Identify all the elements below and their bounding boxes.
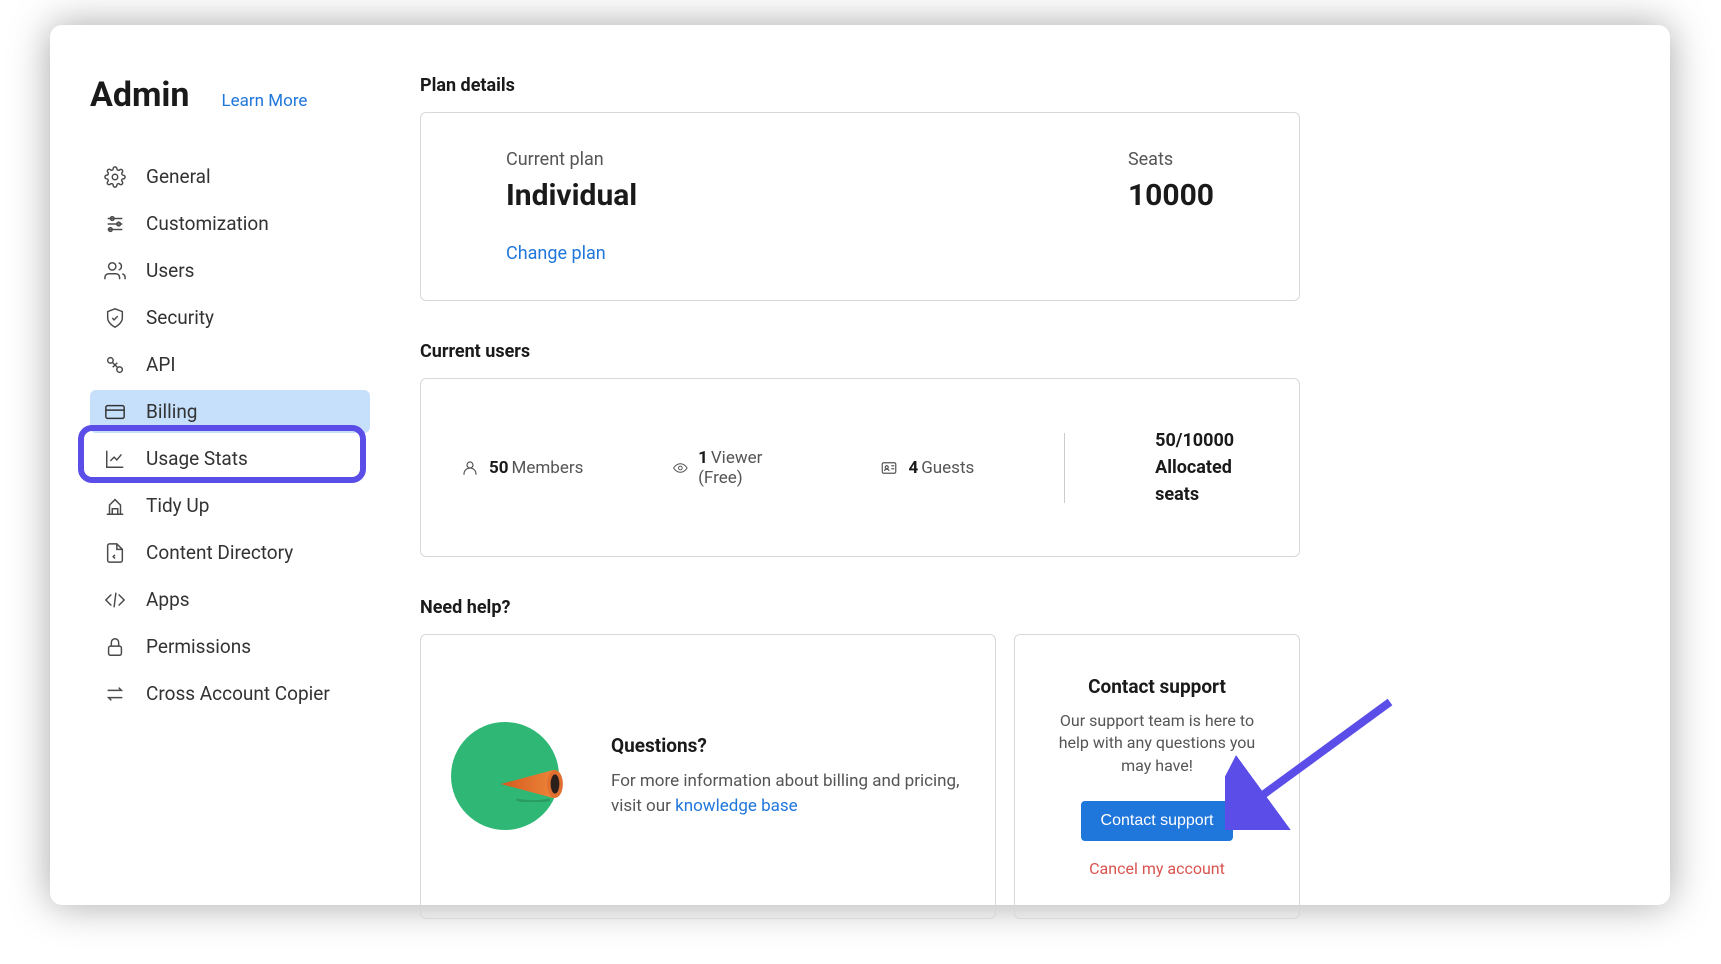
sidebar-item-tidy-up[interactable]: Tidy Up bbox=[90, 484, 370, 527]
questions-title: Questions? bbox=[611, 734, 965, 757]
eye-icon bbox=[673, 459, 688, 477]
megaphone-illustration bbox=[451, 722, 571, 832]
sidebar-item-label: Security bbox=[146, 306, 214, 329]
knowledge-base-link[interactable]: knowledge base bbox=[675, 796, 798, 816]
id-card-icon bbox=[880, 459, 898, 477]
users-icon bbox=[104, 260, 126, 282]
broom-icon bbox=[104, 495, 126, 517]
gear-icon bbox=[104, 166, 126, 188]
members-label: Members bbox=[512, 458, 584, 478]
sidebar-item-label: Tidy Up bbox=[146, 494, 209, 517]
learn-more-link[interactable]: Learn More bbox=[222, 91, 308, 111]
change-plan-link[interactable]: Change plan bbox=[506, 243, 637, 264]
sidebar: Admin Learn More General Customization U… bbox=[90, 75, 370, 865]
current-users-card: 50Members 1Viewer (Free) 4Guests 50/1000… bbox=[420, 378, 1300, 557]
seats-label: Seats bbox=[1128, 149, 1214, 170]
sidebar-item-label: Customization bbox=[146, 212, 269, 235]
sidebar-item-label: Users bbox=[146, 259, 194, 282]
viewers-count: 1 bbox=[698, 448, 708, 468]
sidebar-item-cross-account-copier[interactable]: Cross Account Copier bbox=[90, 672, 370, 715]
allocated-label: Allocated seats bbox=[1155, 454, 1259, 508]
sidebar-item-customization[interactable]: Customization bbox=[90, 202, 370, 245]
file-icon bbox=[104, 542, 126, 564]
seats-value: 10000 bbox=[1128, 178, 1214, 213]
sidebar-item-label: Apps bbox=[146, 588, 190, 611]
sidebar-item-apps[interactable]: Apps bbox=[90, 578, 370, 621]
credit-card-icon bbox=[104, 401, 126, 423]
swap-icon bbox=[104, 683, 126, 705]
members-stat: 50Members bbox=[461, 458, 583, 478]
current-plan-value: Individual bbox=[506, 178, 637, 213]
allocated-seats: 50/10000 Allocated seats bbox=[1155, 427, 1259, 508]
plug-icon bbox=[104, 354, 126, 376]
need-help-title: Need help? bbox=[420, 597, 1300, 618]
page-title: Admin bbox=[90, 75, 190, 115]
sidebar-item-label: Permissions bbox=[146, 635, 251, 658]
guests-stat: 4Guests bbox=[880, 458, 974, 478]
lock-icon bbox=[104, 636, 126, 658]
sidebar-item-label: Billing bbox=[146, 400, 197, 423]
sidebar-item-general[interactable]: General bbox=[90, 155, 370, 198]
sidebar-item-permissions[interactable]: Permissions bbox=[90, 625, 370, 668]
members-count: 50 bbox=[489, 458, 509, 478]
sidebar-item-users[interactable]: Users bbox=[90, 249, 370, 292]
guests-label: Guests bbox=[921, 458, 974, 478]
cancel-account-link[interactable]: Cancel my account bbox=[1089, 859, 1225, 878]
viewers-stat: 1Viewer (Free) bbox=[673, 448, 790, 488]
guests-count: 4 bbox=[908, 458, 918, 478]
allocated-value: 50/10000 bbox=[1155, 427, 1259, 454]
questions-body: For more information about billing and p… bbox=[611, 769, 965, 818]
sidebar-item-usage-stats[interactable]: Usage Stats bbox=[90, 437, 370, 480]
contact-support-title: Contact support bbox=[1088, 675, 1226, 698]
sidebar-item-label: API bbox=[146, 353, 176, 376]
sidebar-item-api[interactable]: API bbox=[90, 343, 370, 386]
sidebar-item-label: Content Directory bbox=[146, 541, 293, 564]
current-users-title: Current users bbox=[420, 341, 1300, 362]
shield-icon bbox=[104, 307, 126, 329]
questions-card: Questions? For more information about bi… bbox=[420, 634, 996, 919]
current-plan-label: Current plan bbox=[506, 149, 637, 170]
sidebar-item-content-directory[interactable]: Content Directory bbox=[90, 531, 370, 574]
sidebar-item-label: Cross Account Copier bbox=[146, 682, 330, 705]
contact-support-card: Contact support Our support team is here… bbox=[1014, 634, 1300, 919]
plan-details-card: Current plan Individual Change plan Seat… bbox=[420, 112, 1300, 301]
plan-details-title: Plan details bbox=[420, 75, 1300, 96]
code-icon bbox=[104, 589, 126, 611]
chart-icon bbox=[104, 448, 126, 470]
contact-support-button[interactable]: Contact support bbox=[1081, 801, 1234, 841]
sliders-icon bbox=[104, 213, 126, 235]
contact-support-body: Our support team is here to help with an… bbox=[1045, 710, 1269, 777]
divider bbox=[1064, 433, 1065, 503]
sidebar-item-label: General bbox=[146, 165, 211, 188]
person-icon bbox=[461, 459, 479, 477]
sidebar-item-label: Usage Stats bbox=[146, 447, 248, 470]
sidebar-item-security[interactable]: Security bbox=[90, 296, 370, 339]
sidebar-item-billing[interactable]: Billing bbox=[90, 390, 370, 433]
main-content: Plan details Current plan Individual Cha… bbox=[420, 75, 1300, 865]
